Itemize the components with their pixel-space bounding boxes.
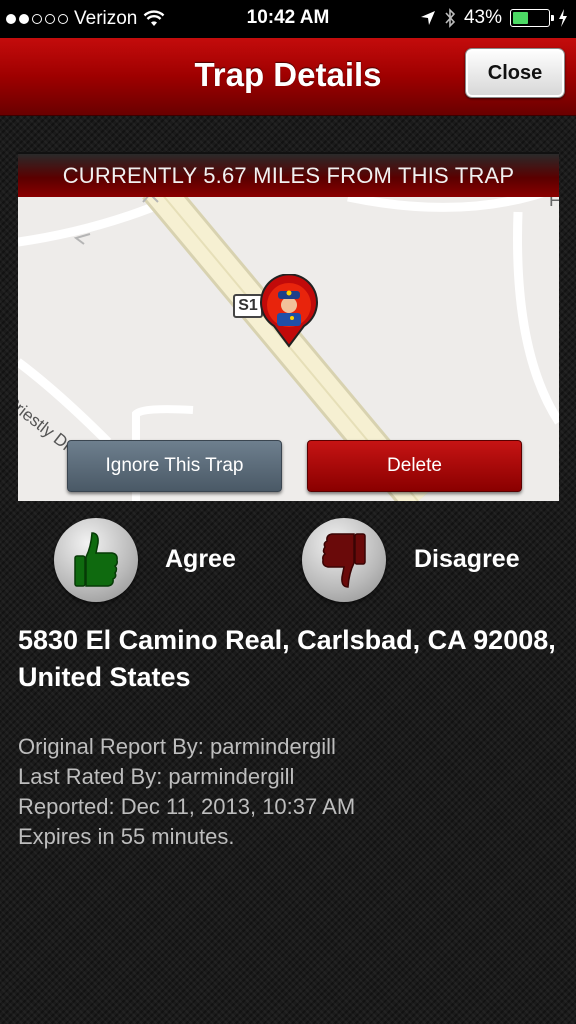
disagree-button[interactable] bbox=[302, 518, 386, 602]
charging-bolt-icon bbox=[559, 9, 567, 27]
reported-at: Reported: Dec 11, 2013, 10:37 AM bbox=[18, 794, 356, 819]
trap-address: 5830 El Camino Real, Carlsbad, CA 92008,… bbox=[18, 625, 556, 692]
thumbs-up-icon bbox=[74, 532, 118, 587]
police-officer-icon[interactable] bbox=[258, 274, 320, 348]
trap-map[interactable]: S1 Priestly Dr F CURRENTLY 5.67 MILES FR… bbox=[18, 152, 559, 501]
last-rated-by: Last Rated By: parmindergill bbox=[18, 764, 295, 789]
disagree-label[interactable]: Disagree bbox=[414, 545, 520, 574]
battery-percent: 43% bbox=[463, 7, 502, 28]
distance-banner: CURRENTLY 5.67 MILES FROM THIS TRAP bbox=[18, 152, 559, 197]
status-bar: Verizon 10:42 AM 43% bbox=[0, 0, 576, 38]
battery-icon bbox=[510, 9, 554, 27]
status-right: 43% bbox=[420, 7, 568, 29]
agree-button[interactable] bbox=[54, 518, 138, 602]
ignore-trap-button[interactable]: Ignore This Trap bbox=[67, 440, 282, 492]
thumbs-down-icon bbox=[322, 533, 366, 588]
battery-level-fill bbox=[513, 12, 528, 24]
trap-info: Original Report By: parmindergill Last R… bbox=[18, 732, 558, 852]
close-button[interactable]: Close bbox=[465, 48, 565, 98]
bluetooth-icon bbox=[445, 8, 456, 28]
location-arrow-icon bbox=[420, 11, 435, 25]
reported-by: Original Report By: parmindergill bbox=[18, 734, 336, 759]
navigation-bar: Trap Details Close bbox=[0, 38, 576, 116]
agree-label[interactable]: Agree bbox=[165, 545, 236, 574]
expires-in: Expires in 55 minutes. bbox=[18, 824, 235, 849]
delete-button[interactable]: Delete bbox=[307, 440, 522, 492]
